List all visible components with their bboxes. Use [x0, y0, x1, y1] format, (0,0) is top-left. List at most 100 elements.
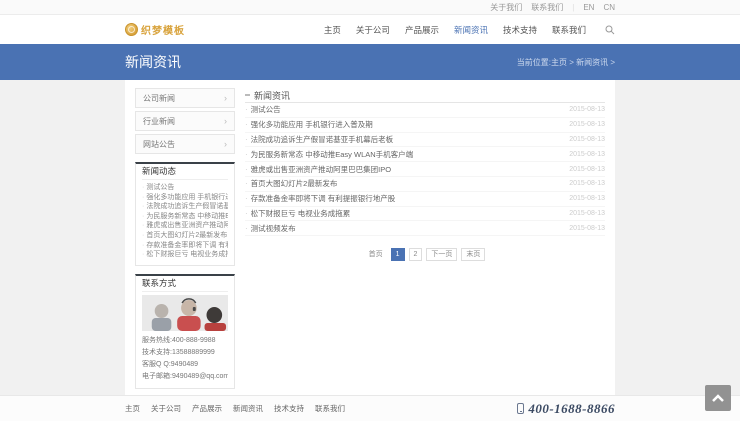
- bullet-icon: ·: [142, 183, 144, 193]
- footer-link-products[interactable]: 产品展示: [192, 403, 222, 414]
- article-link[interactable]: 测试公告: [251, 104, 281, 115]
- bullet-icon: ·: [142, 250, 144, 260]
- footer-link-about[interactable]: 关于公司: [151, 403, 181, 414]
- article-link[interactable]: 存款准备金率即将下调 有利提振银行地产股: [251, 193, 396, 204]
- table-row: · 测试视频发布 2015-08-13: [245, 221, 605, 236]
- table-row: · 为民服务新常态 中移动推Easy WLAN手机客户端 2015-08-13: [245, 147, 605, 162]
- lang-cn-link[interactable]: CN: [603, 3, 615, 12]
- chevron-right-icon: ›: [224, 93, 227, 103]
- sidebar-news-link[interactable]: · 存款准备金率即将下调 有利提振银行地: [142, 241, 228, 251]
- nav-item-news[interactable]: 新闻资讯: [454, 24, 488, 36]
- bullet-icon: ·: [245, 194, 248, 203]
- footer-phone: 400-1688-8866: [517, 401, 615, 417]
- article-list: · 测试公告 2015-08-13 · 强化多功能应用 手机银行进入普及期 20…: [245, 103, 605, 236]
- search-icon[interactable]: [605, 25, 615, 35]
- footer-link-contact[interactable]: 联系我们: [315, 403, 345, 414]
- pagination-page-1[interactable]: 1: [391, 248, 405, 261]
- bullet-icon: ·: [245, 135, 248, 144]
- list-header: 新闻资讯: [245, 88, 605, 103]
- bullet-icon: ·: [245, 120, 248, 129]
- sidebar-item-company-news[interactable]: 公司新闻 ›: [135, 88, 235, 108]
- table-row: · 雅虎或出售亚洲资产推动阿里巴巴集团IPO 2015-08-13: [245, 162, 605, 177]
- lang-en-link[interactable]: EN: [583, 3, 594, 12]
- sidebar-news-link[interactable]: · 松下财报巨亏 电视业务成拖累: [142, 250, 228, 260]
- sidebar-item-label: 网站公告: [143, 139, 175, 150]
- topbar-contact-link[interactable]: 联系我们: [531, 2, 563, 13]
- site-footer: 主页 关于公司 产品展示 新闻资讯 技术支持 联系我们 400-1688-886…: [0, 395, 740, 421]
- nav-item-products[interactable]: 产品展示: [405, 24, 439, 36]
- topbar-about-link[interactable]: 关于我们: [490, 2, 522, 13]
- pagination-last[interactable]: 末页: [461, 248, 485, 261]
- table-row: · 法院成功追诉生产假冒诺基亚手机幕后老板 2015-08-13: [245, 133, 605, 148]
- list-title: 新闻资讯: [254, 89, 290, 102]
- sidebar-news-link[interactable]: · 法院成功追诉生产假冒诺基亚手机幕后老: [142, 202, 228, 212]
- sidebar-news-link[interactable]: · 雅虎或出售亚洲资产推动阿里巴巴集团: [142, 221, 228, 231]
- article-date: 2015-08-13: [569, 166, 605, 173]
- logo-coin-icon: [125, 23, 138, 36]
- breadcrumb[interactable]: 当前位置:主页 > 新闻资讯 >: [517, 57, 615, 68]
- sidebar-item-site-notice[interactable]: 网站公告 ›: [135, 134, 235, 154]
- contact-panel: 联系方式 服务热线:400-888-9988 技术支持:13588889: [135, 274, 235, 389]
- footer-link-home[interactable]: 主页: [125, 403, 140, 414]
- article-link[interactable]: 为民服务新常态 中移动推Easy WLAN手机客户端: [251, 149, 414, 160]
- table-row: · 测试公告 2015-08-13: [245, 103, 605, 118]
- sidebar-news-link[interactable]: · 测试公告: [142, 183, 228, 193]
- bullet-icon: ·: [245, 209, 248, 218]
- bullet-icon: ·: [245, 105, 248, 114]
- news-updates-panel: 新闻动态 · 测试公告 · 强化多功能应用 手机银行进入普及期: [135, 162, 235, 266]
- footer-nav: 主页 关于公司 产品展示 新闻资讯 技术支持 联系我们: [125, 403, 345, 414]
- pagination-next[interactable]: 下一页: [426, 248, 457, 261]
- article-link[interactable]: 强化多功能应用 手机银行进入普及期: [251, 119, 373, 130]
- article-link[interactable]: 雅虎或出售亚洲资产推动阿里巴巴集团IPO: [251, 164, 391, 175]
- sidebar-item-label: 行业新闻: [143, 116, 175, 127]
- nav-item-support[interactable]: 技术支持: [503, 24, 537, 36]
- contact-hotline: 服务热线:400-888-9988: [142, 335, 228, 347]
- article-link[interactable]: 法院成功追诉生产假冒诺基亚手机幕后老板: [251, 134, 394, 145]
- sidebar-news-link[interactable]: · 为民服务新常态 中移动推Easy WLAN手: [142, 212, 228, 222]
- pagination: 首页 1 2 下一页 末页: [245, 248, 605, 261]
- dash-icon: [245, 94, 250, 96]
- bullet-icon: ·: [142, 212, 144, 222]
- sidebar-item-label: 公司新闻: [143, 93, 175, 104]
- bullet-icon: ·: [245, 179, 248, 188]
- article-date: 2015-08-13: [569, 151, 605, 158]
- contact-panel-title: 联系方式: [142, 276, 228, 292]
- chevron-up-icon: [712, 394, 724, 402]
- customer-service-photo: [142, 295, 228, 331]
- article-link[interactable]: 测试视频发布: [251, 223, 296, 234]
- contact-tech-support: 技术支持:13588889999: [142, 347, 228, 359]
- site-logo[interactable]: 织梦模板: [125, 22, 185, 37]
- pagination-first[interactable]: 首页: [365, 249, 387, 260]
- bullet-icon: ·: [142, 202, 144, 212]
- scroll-to-top-button[interactable]: [705, 385, 731, 411]
- article-date: 2015-08-13: [569, 106, 605, 113]
- article-link[interactable]: 首页大图幻灯片2最新发布: [251, 178, 338, 189]
- bullet-icon: ·: [245, 150, 248, 159]
- sidebar-news-list: · 测试公告 · 强化多功能应用 手机银行进入普及期 · 法院成功追诉生产假冒诺…: [142, 183, 228, 260]
- phone-number: 400-1688-8866: [528, 401, 615, 417]
- main-nav: 主页 关于公司 产品展示 新闻资讯 技术支持 联系我们: [324, 24, 615, 36]
- bullet-icon: ·: [245, 165, 248, 174]
- nav-item-contact[interactable]: 联系我们: [552, 24, 586, 36]
- chevron-right-icon: ›: [224, 139, 227, 149]
- nav-item-about[interactable]: 关于公司: [356, 24, 390, 36]
- logo-text: 织梦模板: [141, 22, 185, 37]
- contact-email: 电子邮箱:9490489@qq.com: [142, 371, 228, 383]
- footer-link-support[interactable]: 技术支持: [274, 403, 304, 414]
- article-date: 2015-08-13: [569, 195, 605, 202]
- article-date: 2015-08-13: [569, 121, 605, 128]
- sidebar-news-link[interactable]: · 首页大图幻灯片2最新发布: [142, 231, 228, 241]
- article-link[interactable]: 松下财报巨亏 电视业务成拖累: [251, 208, 351, 219]
- page-title: 新闻资讯: [125, 52, 181, 72]
- nav-item-home[interactable]: 主页: [324, 24, 341, 36]
- topbar-divider: |: [572, 3, 574, 12]
- table-row: · 强化多功能应用 手机银行进入普及期 2015-08-13: [245, 118, 605, 133]
- sidebar-item-industry-news[interactable]: 行业新闻 ›: [135, 111, 235, 131]
- site-header: 织梦模板 主页 关于公司 产品展示 新闻资讯 技术支持 联系我们: [0, 15, 740, 44]
- footer-link-news[interactable]: 新闻资讯: [233, 403, 263, 414]
- news-updates-title: 新闻动态: [142, 164, 228, 180]
- sidebar-news-link[interactable]: · 强化多功能应用 手机银行进入普及期: [142, 193, 228, 203]
- pagination-page-2[interactable]: 2: [409, 248, 423, 261]
- bullet-icon: ·: [245, 224, 248, 233]
- bullet-icon: ·: [142, 193, 144, 203]
